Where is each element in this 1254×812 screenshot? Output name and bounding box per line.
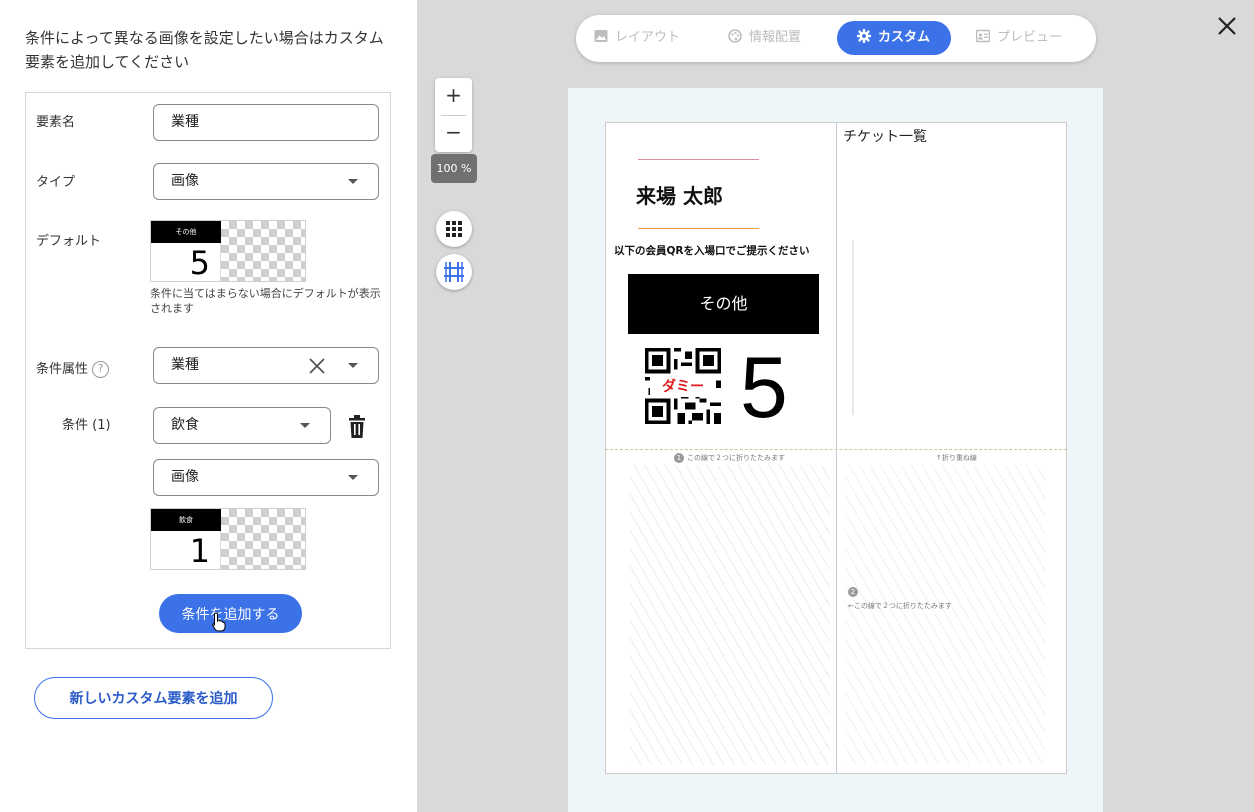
condition-type-value: 画像: [171, 469, 199, 485]
image-icon: [594, 30, 608, 42]
grid-lines-icon: [444, 262, 464, 282]
zoom-out-button[interactable]: −: [435, 115, 472, 152]
guide-line: [852, 240, 854, 415]
add-custom-element-button[interactable]: 新しいカスタム要素を追加: [34, 677, 273, 719]
default-hint: 条件に当てはまらない場合にデフォルトが表示されます: [150, 287, 381, 315]
qr-instruction[interactable]: 以下の会員QRを入場口でご提示ください: [614, 243, 810, 258]
fold-step-1-badge: 1: [674, 453, 684, 463]
gear-icon: [857, 29, 871, 43]
zoom-controls: + −: [435, 78, 472, 152]
condition-attribute-label-text: 条件属性: [36, 362, 89, 377]
tab-preview-label: プレビュー: [997, 30, 1063, 45]
dummy-watermark: ダミー: [650, 377, 716, 397]
fold-instruction-1: 1 この線で２つに折りたたみます: [674, 453, 785, 463]
default-image-card: その他 5: [151, 221, 221, 282]
tab-layout[interactable]: レイアウト: [594, 21, 704, 55]
intro-text: 条件によって異なる画像を設定したい場合はカスタム要素を追加してください: [25, 29, 384, 71]
tab-custom[interactable]: カスタム: [837, 21, 951, 55]
close-icon[interactable]: [1216, 15, 1238, 37]
default-image-bar-text: その他: [151, 221, 221, 243]
clear-icon[interactable]: [308, 357, 326, 375]
fold-instruction-1-text: この線で２つに折りたたみます: [687, 454, 785, 462]
default-image-thumbnail[interactable]: その他 5: [150, 220, 306, 282]
fold-instruction-3: 2 ←この線で２つに折りたたみます: [848, 585, 952, 613]
type-select[interactable]: 画像: [153, 163, 379, 200]
grid-dots-icon: [446, 221, 462, 237]
trash-icon[interactable]: [346, 414, 368, 440]
attendee-name[interactable]: 来場 太郎: [636, 180, 723, 209]
back-panel-left: [630, 465, 830, 765]
condition-image-bar-text: 飲食: [151, 509, 221, 531]
ticket-list-heading: チケット一覧: [843, 129, 927, 145]
condition-image-thumbnail[interactable]: 飲食 1: [150, 508, 306, 570]
grid-dots-toggle[interactable]: [436, 211, 472, 247]
element-name-label: 要素名: [36, 115, 76, 130]
transparent-pattern: [221, 221, 305, 281]
back-panel-right: [845, 465, 1045, 765]
name-top-rule: [638, 159, 759, 160]
fold-line-horizontal: [605, 449, 1067, 450]
editor-tab-bar: レイアウト 情報配置 カスタム プレビュー: [576, 15, 1096, 62]
fold-instruction-2: ↑折り重ね線: [936, 454, 977, 462]
condition-type-select[interactable]: 画像: [153, 459, 379, 496]
transparent-pattern: [221, 509, 305, 569]
condition-image-number: 1: [189, 532, 210, 570]
condition-image-card: 飲食 1: [151, 509, 221, 570]
id-card-icon: [976, 29, 990, 43]
tab-preview[interactable]: プレビュー: [976, 21, 1086, 55]
condition-attribute-label: 条件属性?: [36, 358, 110, 378]
tab-layout-label: レイアウト: [615, 30, 681, 45]
type-select-value: 画像: [171, 173, 199, 189]
grid-lines-toggle[interactable]: [436, 254, 472, 290]
category-banner[interactable]: その他: [628, 274, 819, 334]
category-number[interactable]: 5: [740, 338, 788, 438]
default-image-number: 5: [189, 244, 210, 282]
fold-instruction-3-text: ←この線で２つに折りたたみます: [848, 602, 952, 610]
condition-attribute-select[interactable]: 業種: [153, 347, 379, 384]
fold-step-2-badge: 2: [848, 587, 858, 597]
condition-attribute-value: 業種: [171, 357, 199, 373]
condition-value: 飲食: [171, 417, 199, 433]
tab-info-placement-label: 情報配置: [749, 30, 802, 45]
palette-icon: [728, 29, 742, 43]
zoom-in-button[interactable]: +: [435, 78, 472, 115]
chevron-down-icon: [348, 475, 358, 480]
chevron-down-icon: [348, 363, 358, 368]
hand-cursor-icon: [212, 612, 226, 632]
default-label: デフォルト: [36, 234, 102, 249]
chevron-down-icon: [300, 423, 310, 428]
fold-line-vertical: [836, 122, 837, 774]
name-bottom-rule: [638, 228, 759, 229]
tab-custom-label: カスタム: [878, 30, 931, 45]
tab-info-placement[interactable]: 情報配置: [728, 21, 833, 55]
condition-value-select[interactable]: 飲食: [153, 407, 331, 444]
settings-panel: 条件によって異なる画像を設定したい場合はカスタム要素を追加してください 要素名 …: [0, 0, 417, 812]
type-label: タイプ: [36, 175, 76, 190]
add-condition-button[interactable]: 条件を追加する: [159, 594, 302, 633]
element-name-input[interactable]: 業種: [153, 104, 379, 141]
chevron-down-icon: [348, 179, 358, 184]
zoom-level: 100 %: [431, 154, 477, 183]
help-icon[interactable]: ?: [92, 361, 110, 378]
condition-label: 条件 (1): [62, 418, 111, 433]
